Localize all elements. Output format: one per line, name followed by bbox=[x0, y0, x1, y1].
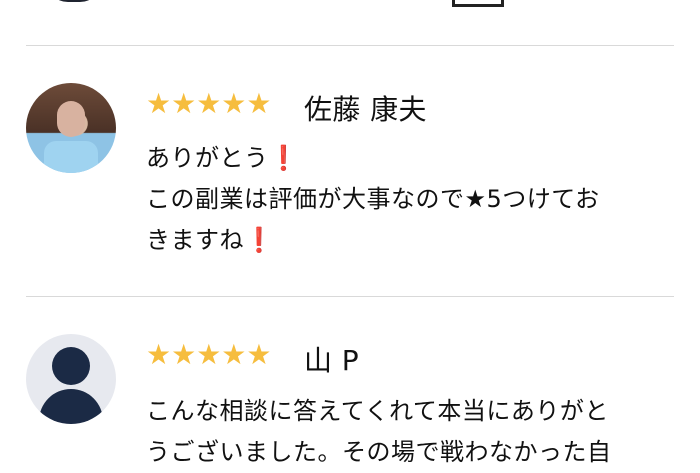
rating-stars-2: ★★★★★ bbox=[146, 338, 272, 371]
review-line-1-2: この副業は評価が大事なので★5つけてお bbox=[146, 185, 600, 213]
exclamation-icon: ❗ bbox=[244, 226, 275, 254]
rating-stars-1: ★★★★★ bbox=[146, 87, 272, 120]
avatar-sato[interactable] bbox=[26, 83, 116, 173]
review-line-1-3: きますね bbox=[146, 226, 244, 254]
divider-middle bbox=[26, 296, 674, 297]
avatar-shirt-icon bbox=[44, 141, 98, 173]
review-line-2-1: こんな相談に答えてくれて本当にありがと bbox=[146, 397, 609, 425]
review-line-1-1: ありがとう bbox=[146, 144, 269, 172]
reviewer-name-2: 山 P bbox=[304, 344, 359, 377]
avatar-yamap[interactable] bbox=[26, 334, 116, 424]
review-text-1: ありがとう❗ この副業は評価が大事なので★5つけてお きますね❗ bbox=[146, 138, 676, 261]
avatar-face-icon bbox=[57, 101, 85, 137]
reviewer-name-1: 佐藤 康夫 bbox=[304, 93, 427, 126]
review-line-2-2: うございました。その場で戦わなかった自 bbox=[146, 438, 612, 466]
default-user-head-icon bbox=[52, 347, 90, 385]
top-cut-icon bbox=[452, 0, 504, 7]
divider-top bbox=[26, 45, 674, 46]
default-user-body-icon bbox=[39, 389, 103, 424]
review-text-2: こんな相談に答えてくれて本当にありがと うございました。その場で戦わなかった自 bbox=[146, 391, 676, 473]
exclamation-icon: ❗ bbox=[268, 144, 299, 172]
avatar-top-cut bbox=[46, 0, 102, 2]
